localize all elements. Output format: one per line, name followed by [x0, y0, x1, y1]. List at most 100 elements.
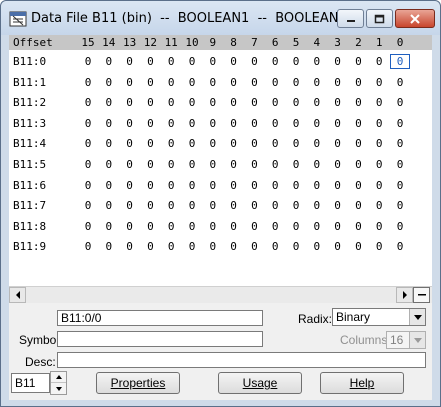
bit-cell[interactable]: 0 — [100, 76, 118, 89]
properties-button[interactable]: Properties — [96, 372, 180, 394]
bit-cell[interactable]: 0 — [370, 240, 388, 253]
bit-cell[interactable]: 0 — [308, 55, 326, 68]
horizontal-scrollbar[interactable] — [9, 286, 432, 303]
bit-cell[interactable]: 0 — [349, 220, 367, 233]
bit-cell[interactable]: 0 — [266, 158, 284, 171]
bit-cell[interactable]: 0 — [100, 117, 118, 130]
bit-cell[interactable]: 0 — [141, 76, 159, 89]
bit-cell[interactable]: 0 — [204, 220, 222, 233]
bit-cell[interactable]: 0 — [225, 240, 243, 253]
bit-cell[interactable]: 0 — [245, 240, 263, 253]
bit-cell[interactable]: 0 — [370, 158, 388, 171]
bit-cell[interactable]: 0 — [390, 54, 410, 69]
bit-cell[interactable]: 0 — [204, 158, 222, 171]
bit-cell[interactable]: 0 — [308, 220, 326, 233]
bit-cell[interactable]: 0 — [391, 199, 409, 212]
bit-cell[interactable]: 0 — [287, 137, 305, 150]
bit-cell[interactable]: 0 — [79, 220, 97, 233]
bit-cell[interactable]: 0 — [266, 117, 284, 130]
bit-cell[interactable]: 0 — [391, 158, 409, 171]
bit-cell[interactable]: 0 — [121, 76, 139, 89]
bit-cell[interactable]: 0 — [349, 76, 367, 89]
bit-cell[interactable]: 0 — [225, 158, 243, 171]
bit-cell[interactable]: 0 — [349, 240, 367, 253]
spin-down-button[interactable] — [51, 383, 66, 394]
bit-cell[interactable]: 0 — [204, 179, 222, 192]
bit-cell[interactable]: 0 — [100, 158, 118, 171]
bit-cell[interactable]: 0 — [121, 96, 139, 109]
bit-cell[interactable]: 0 — [183, 199, 201, 212]
bit-cell[interactable]: 0 — [266, 55, 284, 68]
bit-cell[interactable]: 0 — [391, 179, 409, 192]
bit-cell[interactable]: 0 — [79, 179, 97, 192]
bit-cell[interactable]: 0 — [349, 96, 367, 109]
bit-cell[interactable]: 0 — [162, 158, 180, 171]
bit-cell[interactable]: 0 — [79, 96, 97, 109]
bit-cell[interactable]: 0 — [370, 117, 388, 130]
bit-cell[interactable]: 0 — [162, 220, 180, 233]
bit-cell[interactable]: 0 — [349, 137, 367, 150]
bit-cell[interactable]: 0 — [79, 137, 97, 150]
bit-cell[interactable]: 0 — [100, 179, 118, 192]
bit-cell[interactable]: 0 — [183, 117, 201, 130]
scroll-left-button[interactable] — [9, 287, 26, 303]
bit-cell[interactable]: 0 — [329, 137, 347, 150]
bit-cell[interactable]: 0 — [308, 96, 326, 109]
bit-cell[interactable]: 0 — [308, 158, 326, 171]
bit-cell[interactable]: 0 — [266, 76, 284, 89]
radix-dropdown-button[interactable] — [409, 309, 425, 325]
bit-cell[interactable]: 0 — [266, 137, 284, 150]
bit-cell[interactable]: 0 — [329, 117, 347, 130]
bit-cell[interactable]: 0 — [245, 137, 263, 150]
bit-cell[interactable]: 0 — [162, 179, 180, 192]
bit-cell[interactable]: 0 — [121, 199, 139, 212]
bit-cell[interactable]: 0 — [204, 55, 222, 68]
bit-cell[interactable]: 0 — [141, 199, 159, 212]
bit-cell[interactable]: 0 — [245, 199, 263, 212]
maximize-button[interactable] — [366, 9, 393, 28]
bit-cell[interactable]: 0 — [204, 137, 222, 150]
bit-cell[interactable]: 0 — [141, 179, 159, 192]
bit-cell[interactable]: 0 — [391, 220, 409, 233]
bit-cell[interactable]: 0 — [287, 199, 305, 212]
collapse-button[interactable] — [413, 287, 430, 303]
file-number-spinner[interactable] — [50, 371, 67, 395]
bit-cell[interactable]: 0 — [329, 55, 347, 68]
bit-cell[interactable]: 0 — [266, 220, 284, 233]
bit-cell[interactable]: 0 — [121, 117, 139, 130]
bit-cell[interactable]: 0 — [349, 179, 367, 192]
bit-cell[interactable]: 0 — [349, 158, 367, 171]
bit-cell[interactable]: 0 — [329, 199, 347, 212]
bit-cell[interactable]: 0 — [308, 199, 326, 212]
bit-cell[interactable]: 0 — [370, 199, 388, 212]
close-button[interactable] — [395, 9, 435, 28]
bit-cell[interactable]: 0 — [100, 220, 118, 233]
minimize-button[interactable] — [337, 9, 364, 28]
bit-cell[interactable]: 0 — [141, 137, 159, 150]
bit-cell[interactable]: 0 — [308, 240, 326, 253]
bit-cell[interactable]: 0 — [225, 137, 243, 150]
symbol-field[interactable] — [57, 331, 263, 347]
bit-cell[interactable]: 0 — [204, 240, 222, 253]
bit-cell[interactable]: 0 — [266, 179, 284, 192]
bit-cell[interactable]: 0 — [245, 179, 263, 192]
bit-cell[interactable]: 0 — [162, 76, 180, 89]
bit-cell[interactable]: 0 — [266, 96, 284, 109]
file-number-field[interactable]: B11 — [11, 373, 50, 393]
bit-cell[interactable]: 0 — [329, 220, 347, 233]
spin-up-button[interactable] — [51, 372, 66, 383]
bit-cell[interactable]: 0 — [183, 137, 201, 150]
bit-cell[interactable]: 0 — [287, 76, 305, 89]
bit-cell[interactable]: 0 — [287, 158, 305, 171]
bit-cell[interactable]: 0 — [370, 179, 388, 192]
bit-cell[interactable]: 0 — [121, 137, 139, 150]
bit-cell[interactable]: 0 — [225, 117, 243, 130]
bit-cell[interactable]: 0 — [183, 179, 201, 192]
desc-field[interactable] — [57, 352, 426, 368]
bit-cell[interactable]: 0 — [225, 55, 243, 68]
bit-cell[interactable]: 0 — [204, 117, 222, 130]
bit-cell[interactable]: 0 — [329, 96, 347, 109]
bit-cell[interactable]: 0 — [287, 220, 305, 233]
bit-cell[interactable]: 0 — [245, 76, 263, 89]
scroll-right-button[interactable] — [396, 287, 413, 303]
